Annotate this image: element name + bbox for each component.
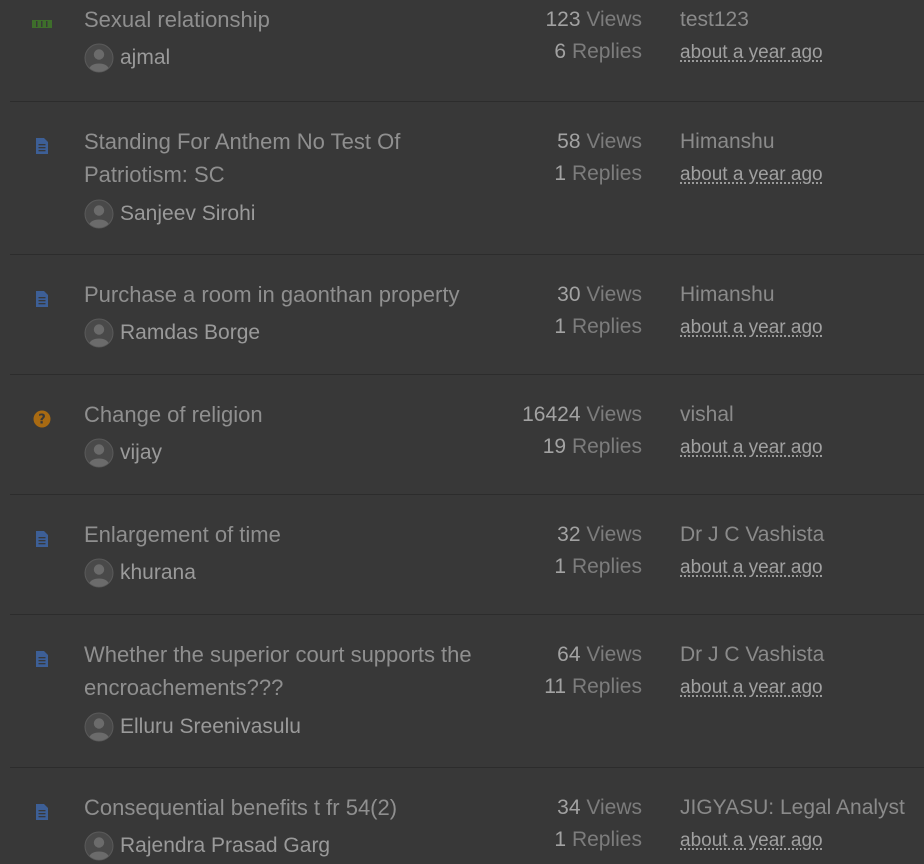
- replies-count: 1 Replies: [554, 315, 642, 338]
- last-post-time[interactable]: about a year ago: [680, 313, 823, 343]
- thread-author[interactable]: ajmal: [84, 42, 170, 74]
- document-icon: [30, 802, 54, 822]
- author-name: Ramdas Borge: [120, 321, 261, 344]
- avatar-icon: [84, 43, 114, 73]
- last-post-time[interactable]: about a year ago: [680, 553, 823, 583]
- question-icon: ?: [30, 409, 54, 429]
- last-post-time[interactable]: about a year ago: [680, 38, 823, 68]
- author-name: vijay: [120, 441, 163, 464]
- thread-row: ? Change of religion vijay 16424 Views 1…: [10, 375, 924, 495]
- thread-row: Whether the superior court supports the …: [10, 615, 924, 768]
- replies-count: 1 Replies: [554, 828, 642, 851]
- author-name: Rajendra Prasad Garg: [120, 834, 331, 857]
- last-post-user[interactable]: Dr J C Vashista: [680, 640, 824, 670]
- document-icon: [30, 529, 54, 549]
- svg-text:?: ?: [38, 413, 46, 428]
- author-name: Sanjeev Sirohi: [120, 202, 256, 225]
- avatar-icon: [84, 438, 114, 468]
- avatar-icon: [84, 712, 114, 742]
- thread-author[interactable]: Elluru Sreenivasulu: [84, 711, 301, 743]
- views-count: 32 Views: [557, 523, 642, 546]
- views-count: 123 Views: [545, 8, 642, 31]
- document-icon: [30, 649, 54, 669]
- views-count: 58 Views: [557, 130, 642, 153]
- document-icon: [30, 289, 54, 309]
- author-name: Elluru Sreenivasulu: [120, 715, 301, 738]
- thread-row: Sexual relationship ajmal 123 Views 6 Re…: [10, 0, 924, 102]
- views-count: 64 Views: [557, 643, 642, 666]
- last-post-time[interactable]: about a year ago: [680, 160, 823, 190]
- replies-count: 11 Replies: [544, 675, 642, 698]
- last-post-user[interactable]: Himanshu: [680, 127, 775, 157]
- author-name: ajmal: [120, 46, 171, 69]
- author-name: khurana: [120, 561, 196, 584]
- views-count: 16424 Views: [522, 403, 642, 426]
- thread-author[interactable]: Sanjeev Sirohi: [84, 198, 255, 230]
- last-post-time[interactable]: about a year ago: [680, 433, 823, 463]
- avatar-icon: [84, 558, 114, 588]
- thread-row: Standing For Anthem No Test Of Patriotis…: [10, 102, 924, 255]
- thread-author[interactable]: Rajendra Prasad Garg: [84, 830, 330, 862]
- thread-author[interactable]: Ramdas Borge: [84, 317, 260, 349]
- last-post-user[interactable]: JIGYASU: Legal Analyst: [680, 793, 905, 823]
- replies-count: 6 Replies: [554, 40, 642, 63]
- thread-author[interactable]: vijay: [84, 437, 162, 469]
- avatar-icon: [84, 318, 114, 348]
- thread-row: Consequential benefits t fr 54(2) Rajend…: [10, 768, 924, 864]
- poll-icon: [30, 14, 54, 34]
- last-post-user[interactable]: Himanshu: [680, 280, 775, 310]
- avatar-icon: [84, 199, 114, 229]
- views-count: 30 Views: [557, 283, 642, 306]
- thread-list: Sexual relationship ajmal 123 Views 6 Re…: [0, 0, 924, 864]
- avatar-icon: [84, 831, 114, 861]
- last-post-time[interactable]: about a year ago: [680, 826, 823, 856]
- thread-row: Purchase a room in gaonthan property Ram…: [10, 255, 924, 375]
- replies-count: 1 Replies: [554, 555, 642, 578]
- thread-row: Enlargement of time khurana 32 Views 1 R…: [10, 495, 924, 615]
- replies-count: 19 Replies: [542, 435, 642, 458]
- last-post-user[interactable]: Dr J C Vashista: [680, 520, 824, 550]
- last-post-user[interactable]: vishal: [680, 400, 734, 430]
- last-post-user[interactable]: test123: [680, 5, 749, 35]
- document-icon: [30, 136, 54, 156]
- last-post-time[interactable]: about a year ago: [680, 673, 823, 703]
- replies-count: 1 Replies: [554, 162, 642, 185]
- thread-author[interactable]: khurana: [84, 557, 196, 589]
- views-count: 34 Views: [557, 796, 642, 819]
